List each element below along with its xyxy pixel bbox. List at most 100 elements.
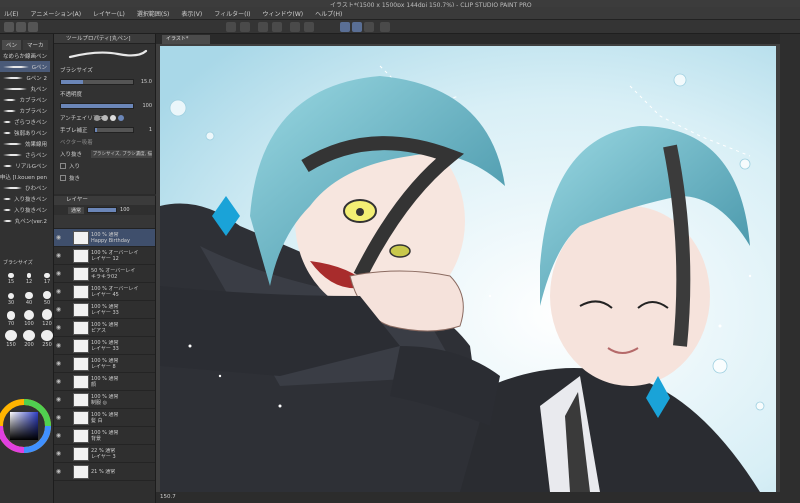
layer-row[interactable]: ◉ 100 % 通常 Happy Birthday (54, 229, 155, 247)
blend-mode-select[interactable]: 通常 (68, 206, 85, 214)
tab-marker[interactable]: マーカ (23, 40, 48, 50)
layer-row[interactable]: ◉ 21 % 通常 (54, 463, 155, 481)
sub-tool-item[interactable]: カブラペン (0, 94, 50, 105)
deselect-icon[interactable] (290, 22, 300, 32)
clear-icon[interactable] (258, 22, 268, 32)
sub-tool-item[interactable]: 強弱ありペン (0, 127, 50, 138)
layer-row[interactable]: ◉ 50 % オーバーレイ キラキラ02 (54, 265, 155, 283)
transform-icon[interactable] (272, 22, 282, 32)
layer-row[interactable]: ◉ 100 % 通常 レイヤー 33 (54, 337, 155, 355)
menu-animation[interactable]: アニメーション(A) (30, 9, 81, 18)
menu-selection[interactable]: 選択範囲(S) (137, 9, 170, 18)
sub-tool-item[interactable]: 入り抜きペン (0, 193, 50, 204)
eye-icon[interactable]: ◉ (54, 450, 63, 457)
sub-tool-item[interactable]: Gペン 2 (0, 72, 50, 83)
brush-size-preset[interactable]: 40 (21, 288, 37, 306)
out-checkbox[interactable] (60, 175, 66, 181)
eye-icon[interactable]: ◉ (54, 306, 63, 313)
snap-grid-icon[interactable] (364, 22, 374, 32)
open-file-icon[interactable] (16, 22, 26, 32)
out-row[interactable]: 抜き (54, 172, 155, 184)
in-out-select[interactable]: ブラシサイズ, ブラシ濃度, 描画 (90, 150, 152, 158)
crop-icon[interactable] (304, 22, 314, 32)
in-checkbox[interactable] (60, 163, 66, 169)
eye-icon[interactable]: ◉ (54, 396, 63, 403)
opacity-slider[interactable] (60, 103, 134, 109)
brush-size-preset[interactable]: 250 (39, 330, 55, 348)
brush-size-preset[interactable]: 30 (3, 288, 19, 306)
eye-icon[interactable]: ◉ (54, 378, 63, 385)
undo-icon[interactable] (226, 22, 236, 32)
layer-row[interactable]: ◉ 100 % 通常 背景 (54, 427, 155, 445)
layer-row[interactable]: ◉ 100 % 通常 ピアス (54, 319, 155, 337)
eye-icon[interactable]: ◉ (54, 324, 63, 331)
layer-row[interactable]: ◉ 100 % オーバーレイ レイヤー 45 (54, 283, 155, 301)
sub-tool-item[interactable]: Gペン (0, 61, 50, 72)
eye-icon[interactable]: ◉ (54, 234, 63, 241)
opacity-row[interactable]: 不透明度 (54, 88, 155, 100)
snap-special-ruler-icon[interactable] (352, 22, 362, 32)
eye-icon[interactable]: ◉ (54, 468, 63, 475)
layer-row[interactable]: ◉ 100 % 通常髪 白 (54, 409, 155, 427)
settings-icon[interactable] (380, 22, 390, 32)
menu-layer[interactable]: レイヤー(L) (93, 9, 125, 18)
new-file-icon[interactable] (4, 22, 14, 32)
canvas-tab[interactable]: イラスト* (162, 35, 210, 44)
layer-opacity-slider[interactable] (87, 207, 118, 213)
brush-size-preset[interactable]: 50 (39, 288, 55, 306)
antialias-medium-icon[interactable] (110, 115, 116, 121)
in-out-row[interactable]: 入り抜き ブラシサイズ, ブラシ濃度, 描画 (54, 148, 155, 160)
eye-icon[interactable]: ◉ (54, 360, 63, 367)
sub-tool-item[interactable]: 丸ペン(ver.2 (0, 215, 50, 226)
stabilizer-row[interactable]: 手ブレ補正 1 (54, 124, 155, 136)
illustration-canvas[interactable] (160, 46, 776, 492)
stabilizer-slider[interactable] (94, 127, 134, 133)
brush-size-slider[interactable] (60, 79, 134, 85)
menu-help[interactable]: ヘルプ(H) (315, 9, 342, 18)
layer-row[interactable]: ◉ 100 % オーバーレイ レイヤー 12 (54, 247, 155, 265)
brush-size-preset[interactable]: 120 (39, 309, 55, 327)
brush-size-preset[interactable]: 17 (39, 267, 55, 285)
in-row[interactable]: 入り (54, 160, 155, 172)
antialias-weak-icon[interactable] (102, 115, 108, 121)
brush-size-slider-row[interactable]: 15.0 (54, 76, 155, 88)
opacity-slider-row[interactable]: 100 (54, 100, 155, 112)
layer-row[interactable]: ◉ 100 % 通常 レイヤー 33 (54, 301, 155, 319)
menu-window[interactable]: ウィンドウ(W) (263, 9, 304, 18)
eye-icon[interactable]: ◉ (54, 270, 63, 277)
sub-tool-item[interactable]: さらペン (0, 149, 50, 160)
tab-pen[interactable]: ペン (2, 40, 22, 50)
color-wheel[interactable] (0, 392, 54, 472)
brush-size-preset[interactable]: 150 (3, 330, 19, 348)
eye-icon[interactable]: ◉ (54, 288, 63, 295)
layer-row[interactable]: ◉ 100 % 通常 制服 ◎ (54, 391, 155, 409)
sub-tool-item[interactable]: 丸ペン (0, 83, 50, 94)
sub-tool-item[interactable]: ひわペン (0, 182, 50, 193)
eye-icon[interactable]: ◉ (54, 432, 63, 439)
brush-size-preset[interactable]: 12 (21, 267, 37, 285)
vector-snap-row[interactable]: ベクター吸着 (54, 136, 155, 148)
sub-tool-item[interactable]: なめらか線画ペン (0, 50, 50, 61)
sub-tool-item[interactable]: 効果線用 (0, 138, 50, 149)
antialias-strong-icon[interactable] (118, 115, 124, 121)
eye-icon[interactable]: ◉ (54, 414, 63, 421)
zoom-value[interactable]: 150.7 (160, 494, 176, 500)
layer-row[interactable]: ◉ 100 % 通常顔 (54, 373, 155, 391)
brush-size-preset[interactable]: 70 (3, 309, 19, 327)
layer-row[interactable]: ◉ 22 % 通常 レイヤー 3 (54, 445, 155, 463)
layer-row[interactable]: ◉ 100 % 通常 レイヤー 8 (54, 355, 155, 373)
sub-tool-item[interactable]: 入り抜きペン (0, 204, 50, 215)
antialias-none-icon[interactable] (94, 115, 100, 121)
sub-tool-item[interactable]: リアルGペン (0, 160, 50, 171)
sub-tool-item[interactable]: ざらつきペン (0, 116, 50, 127)
sub-tool-item[interactable]: 申込 [I.kouen pen (0, 171, 50, 182)
antialias-row[interactable]: アンチエイリアス (54, 112, 155, 124)
snap-ruler-icon[interactable] (340, 22, 350, 32)
save-icon[interactable] (28, 22, 38, 32)
menu-view[interactable]: 表示(V) (181, 9, 202, 18)
menu-filter[interactable]: フィルター(I) (214, 9, 250, 18)
antialias-options[interactable] (94, 115, 124, 121)
sub-tool-item[interactable]: カブラペン (0, 105, 50, 116)
eye-icon[interactable]: ◉ (54, 342, 63, 349)
eye-icon[interactable]: ◉ (54, 252, 63, 259)
